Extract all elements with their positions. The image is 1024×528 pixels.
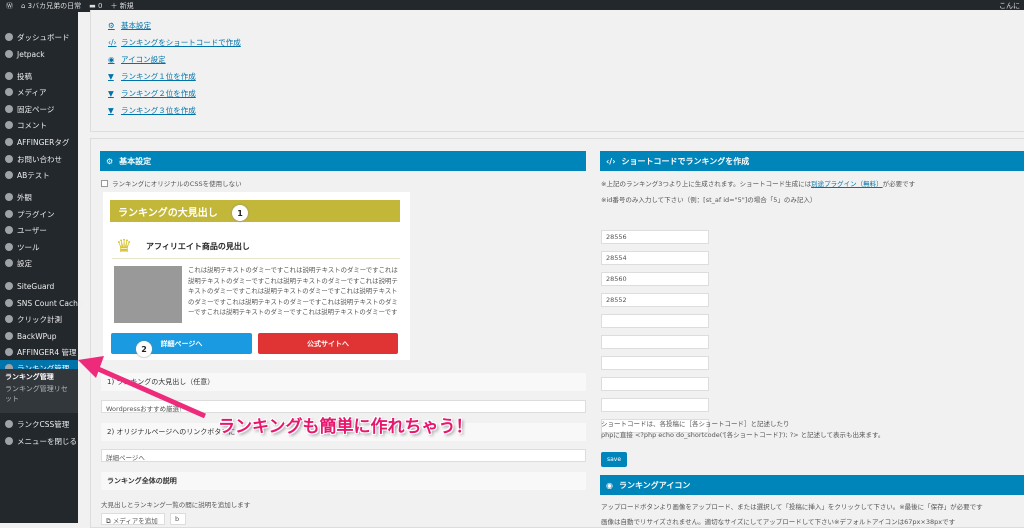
annotation-arrow [78, 356, 207, 419]
arrow-head-icon [78, 356, 104, 378]
annotation-text: ランキングも簡単に作れちゃう！ [218, 417, 473, 437]
